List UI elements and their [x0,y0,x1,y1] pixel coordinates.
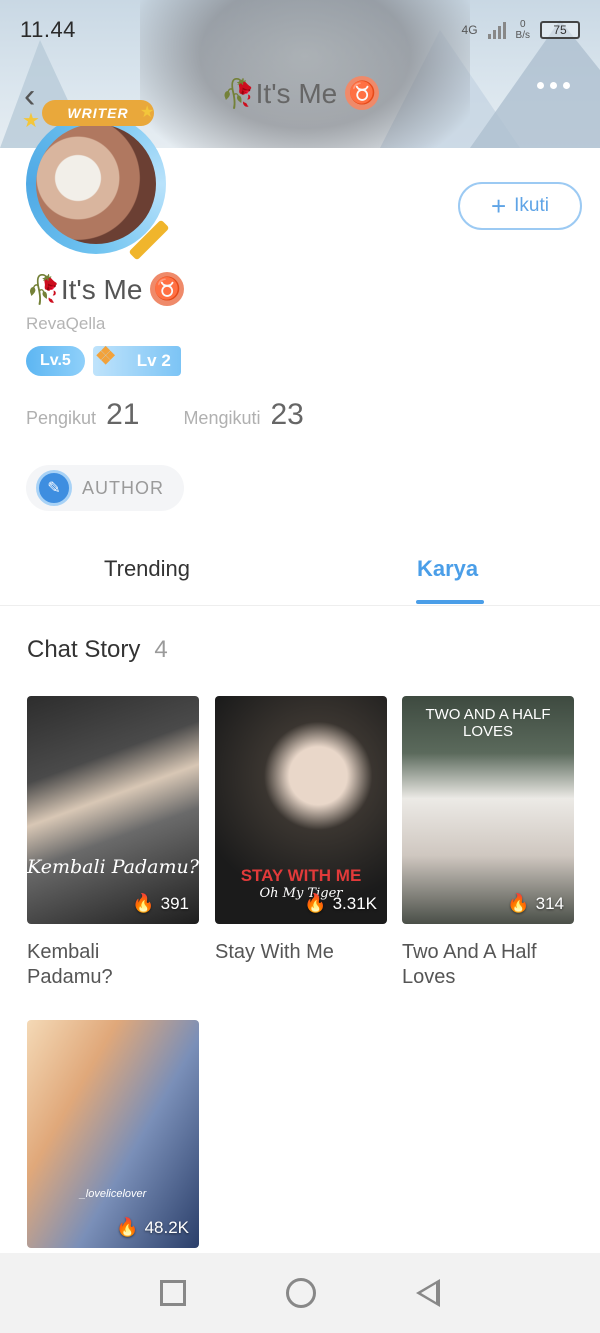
story-cover[interactable]: _lovelicelover 🔥 48.2K [27,1020,199,1248]
following-label[interactable]: Mengikuti [183,408,260,429]
taurus-icon: ♉ [150,272,185,306]
clap-icon: ❖ [94,343,117,370]
cover-caption: _lovelicelover [79,1188,147,1200]
star-icon: ★ [22,110,40,132]
creator-level-label: Lv 2 [136,351,171,370]
section-count: 4 [154,636,168,663]
speed-value: 0 [519,19,526,30]
level-badge[interactable]: Lv.5 [26,346,85,376]
author-label: AUTHOR [82,477,164,498]
signal-icon [487,21,506,39]
fire-icon: 🔥 [116,1217,139,1237]
status-time: 11.44 [20,17,76,42]
story-cover[interactable]: TWO AND A HALF LOVES 🔥 314 [402,696,574,924]
taurus-icon: ♉ [345,76,380,110]
recent-apps-icon[interactable] [160,1280,186,1306]
home-icon[interactable] [286,1278,316,1308]
speed-unit: B/s [515,30,530,41]
follow-button[interactable]: + Ikuti [458,182,582,230]
profile-name: 🥀It's Me ♉ [26,272,185,306]
header-title-text: 🥀It's Me [220,77,338,109]
more-button[interactable] [537,82,570,89]
profile-tabs: Trending Karya [0,548,600,606]
story-cover[interactable]: STAY WITH ME Oh My Tiger 🔥 3.31K [215,696,387,924]
story-title[interactable]: Two And A Half Loves [402,940,562,990]
tab-trending[interactable]: Trending [104,556,190,582]
following-count[interactable]: 23 [270,398,303,432]
view-count-value: 314 [535,893,564,913]
story-card[interactable]: TWO AND A HALF LOVES 🔥 314 Two And A Hal… [402,696,574,990]
story-card[interactable]: STAY WITH ME Oh My Tiger 🔥 3.31K Stay Wi… [215,696,387,965]
dot-icon [550,82,557,89]
story-card[interactable]: Kembali Padamu? 🔥 391 Kembali Padamu? [27,696,199,990]
section-header: Chat Story 4 [27,636,168,664]
story-title[interactable]: Kembali Padamu? [27,940,187,990]
cover-caption: STAY WITH ME [240,866,362,885]
status-bar: 11.44 4G 0 B/s 75 [0,0,600,60]
username: RevaQella [26,314,106,333]
section-title: Chat Story [27,636,141,663]
view-count-value: 48.2K [144,1217,189,1237]
fire-icon: 🔥 [304,893,327,913]
tab-karya[interactable]: Karya [417,556,478,582]
followers-count[interactable]: 21 [106,398,139,432]
star-icon: ★ [140,104,155,121]
cover-caption: Kembali Padamu? [27,856,199,878]
view-count: 🔥 391 [132,893,189,914]
view-count: 🔥 314 [507,893,564,914]
author-chip[interactable]: ✎ AUTHOR [26,465,184,511]
view-count-value: 391 [160,893,189,913]
plus-icon: + [490,191,507,221]
cover-caption: TWO AND A HALF LOVES [425,706,551,740]
battery-level: 75 [553,23,567,37]
creator-level-badge[interactable]: ❖ Lv 2 [92,343,181,376]
avatar-photo [36,124,156,244]
followers-label[interactable]: Pengikut [26,408,96,429]
fire-icon: 🔥 [507,893,530,913]
dot-icon [563,82,570,89]
follow-label: Ikuti [514,195,550,216]
dot-icon [537,82,544,89]
story-cover[interactable]: Kembali Padamu? 🔥 391 [27,696,199,924]
follow-stats: Pengikut 21 Mengikuti 23 [26,398,348,432]
level-badges: Lv.5 ❖ Lv 2 [26,343,181,376]
view-count-value: 3.31K [332,893,377,913]
avatar[interactable]: WRITER ★ ★ [12,100,180,261]
view-count: 🔥 3.31K [304,893,377,914]
battery-icon: 75 [540,21,580,39]
network-speed: 0 B/s [516,19,530,41]
active-tab-indicator [416,600,484,604]
back-triangle-icon[interactable] [416,1279,440,1307]
system-nav-bar [0,1253,600,1333]
status-icons: 4G 0 B/s 75 [462,19,580,41]
view-count: 🔥 48.2K [116,1217,189,1238]
story-title[interactable]: Stay With Me [215,940,375,965]
writer-badge: WRITER [42,100,154,126]
story-card[interactable]: _lovelicelover 🔥 48.2K [27,1020,199,1248]
pen-nib-icon: ✎ [36,470,72,506]
network-type: 4G [461,23,478,37]
display-name: 🥀It's Me [26,273,143,305]
fire-icon: 🔥 [132,893,155,913]
